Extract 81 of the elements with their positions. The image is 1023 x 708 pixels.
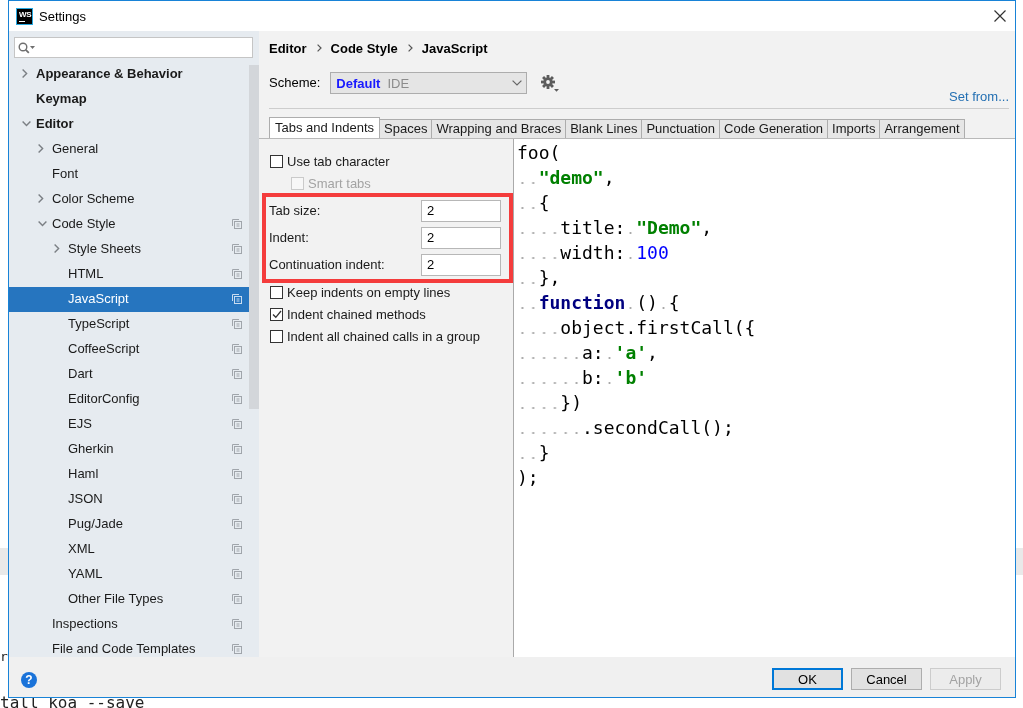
checkbox[interactable] bbox=[270, 154, 283, 168]
set-from-link[interactable]: Set from... bbox=[949, 90, 1009, 104]
checkbox-label[interactable]: Use tab character bbox=[287, 153, 390, 169]
code-line: a: 'a', bbox=[517, 340, 658, 365]
field-label: Tab size: bbox=[269, 203, 322, 218]
tree-item[interactable]: Dart bbox=[9, 362, 249, 387]
caret-icon[interactable] bbox=[512, 80, 523, 86]
dialog-button[interactable]: Cancel bbox=[851, 668, 922, 690]
code-line: ); bbox=[517, 466, 539, 490]
tree-item[interactable]: Appearance & Behavior bbox=[9, 62, 249, 87]
code-line: width: 100 bbox=[517, 240, 669, 265]
tab[interactable]: Punctuation bbox=[641, 119, 721, 138]
checkbox[interactable] bbox=[270, 307, 283, 321]
tree-item[interactable]: Style Sheets bbox=[9, 237, 249, 262]
tree-item[interactable]: CoffeeScript bbox=[9, 337, 249, 362]
window-title: Settings bbox=[39, 8, 86, 24]
tree-item[interactable]: EJS bbox=[9, 412, 249, 437]
breadcrumb-item: Editor bbox=[269, 40, 307, 56]
tree-item[interactable]: General bbox=[9, 137, 249, 162]
checkbox-label[interactable]: Indent chained methods bbox=[287, 306, 426, 322]
chevron-right-icon bbox=[407, 44, 413, 52]
dialog-button[interactable]: OK bbox=[772, 668, 843, 690]
close-icon[interactable] bbox=[994, 10, 1006, 22]
code-line: title: "Demo", bbox=[517, 215, 713, 240]
chevron-right-icon[interactable] bbox=[22, 69, 28, 78]
checkbox-label[interactable]: Indent all chained calls in a group bbox=[287, 328, 480, 344]
field-label: Continuation indent: bbox=[269, 257, 386, 272]
help-button[interactable]: ? bbox=[21, 672, 37, 688]
tab[interactable]: Wrapping and Braces bbox=[431, 119, 567, 138]
app-logo: WS bbox=[16, 7, 33, 25]
tab[interactable]: Spaces bbox=[379, 119, 433, 138]
search-field[interactable] bbox=[14, 37, 253, 58]
chevron-right-icon[interactable] bbox=[54, 244, 60, 253]
tree-item[interactable]: File and Code Templates bbox=[9, 637, 249, 657]
checkbox[interactable] bbox=[270, 285, 283, 299]
tab[interactable]: Code Generation bbox=[719, 119, 829, 138]
tab[interactable]: Blank Lines bbox=[565, 119, 643, 138]
gear-icon[interactable] bbox=[541, 75, 560, 92]
breadcrumb-item: Code Style bbox=[330, 40, 398, 56]
chevron-down-icon[interactable] bbox=[38, 220, 47, 227]
tree-item[interactable]: JSON bbox=[9, 487, 249, 512]
tab[interactable]: Imports bbox=[827, 119, 881, 138]
code-line: "demo", bbox=[517, 165, 615, 190]
tree-item[interactable]: JavaScript bbox=[9, 287, 249, 312]
terminal-text: r bbox=[0, 649, 8, 665]
tree-item[interactable]: YAML bbox=[9, 562, 249, 587]
number-field[interactable]: 2 bbox=[421, 253, 501, 276]
tree-item[interactable]: Inspections bbox=[9, 612, 249, 637]
scheme-dropdown[interactable]: Default IDE bbox=[330, 72, 528, 94]
chevron-right-icon[interactable] bbox=[38, 194, 44, 203]
tree-item[interactable]: HTML bbox=[9, 262, 249, 287]
tree-item[interactable]: Code Style bbox=[9, 212, 249, 237]
tree-item[interactable]: Editor bbox=[9, 112, 249, 137]
tree-item[interactable]: TypeScript bbox=[9, 312, 249, 337]
tree-item[interactable]: XML bbox=[9, 537, 249, 562]
chevron-down-icon[interactable] bbox=[22, 120, 31, 127]
tab[interactable]: Tabs and Indents bbox=[269, 117, 381, 138]
code-line: .secondCall(); bbox=[517, 415, 734, 440]
checkbox[interactable] bbox=[270, 329, 283, 343]
tree-item[interactable]: Pug/Jade bbox=[9, 512, 249, 537]
code-line: object.firstCall({ bbox=[517, 315, 756, 340]
tree-item[interactable]: Other File Types bbox=[9, 587, 249, 612]
breadcrumb-item: JavaScript bbox=[421, 40, 488, 56]
chevron-right-icon bbox=[316, 44, 322, 52]
checkbox-label[interactable]: Keep indents on empty lines bbox=[287, 284, 451, 300]
code-line: foo( bbox=[517, 141, 561, 165]
field-label: Indent: bbox=[269, 230, 310, 245]
code-line: function () { bbox=[517, 290, 680, 315]
tab[interactable]: Arrangement bbox=[879, 119, 965, 138]
search-icon[interactable] bbox=[18, 41, 35, 54]
tree-item[interactable]: Haml bbox=[9, 462, 249, 487]
scrollbar-thumb[interactable] bbox=[249, 65, 259, 409]
tree-item[interactable]: Color Scheme bbox=[9, 187, 249, 212]
tree-item[interactable]: EditorConfig bbox=[9, 387, 249, 412]
number-field[interactable]: 2 bbox=[421, 226, 501, 249]
scheme-label: Scheme: bbox=[269, 74, 321, 92]
chevron-right-icon[interactable] bbox=[38, 144, 44, 153]
tree-item[interactable]: Font bbox=[9, 162, 249, 187]
tree-item[interactable]: Gherkin bbox=[9, 437, 249, 462]
tree-item[interactable]: Keymap bbox=[9, 87, 249, 112]
number-field[interactable]: 2 bbox=[421, 199, 501, 222]
